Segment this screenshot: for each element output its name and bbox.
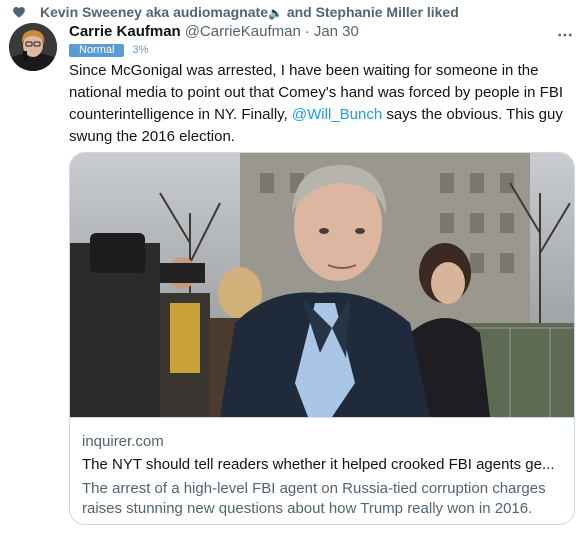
more-icon[interactable] — [555, 25, 575, 45]
card-image[interactable] — [70, 153, 574, 417]
card-domain: inquirer.com — [82, 433, 164, 450]
timestamp[interactable]: Jan 30 — [314, 23, 359, 40]
badge-row: Normal 3% — [69, 43, 148, 57]
social-context-text: Kevin Sweeney aka audiomagnate🔈 and Step… — [40, 4, 459, 20]
social-context[interactable]: Kevin Sweeney aka audiomagnate🔈 and Step… — [13, 2, 459, 22]
speaker-icon: 🔈 — [267, 6, 283, 20]
mention-link[interactable]: @Will_Bunch — [292, 106, 382, 123]
card-title[interactable]: The NYT should tell readers whether it h… — [82, 456, 564, 473]
link-card[interactable]: inquirer.com The NYT should tell readers… — [69, 152, 575, 525]
normal-badge: Normal — [69, 43, 125, 57]
card-description: The arrest of a high-level FBI agent on … — [82, 480, 546, 517]
heart-icon — [13, 7, 25, 18]
liker-name[interactable]: Kevin Sweeney aka audiomagnate — [40, 4, 268, 20]
card-body[interactable]: inquirer.com The NYT should tell readers… — [70, 417, 574, 524]
handle[interactable]: @CarrieKaufman — [185, 23, 301, 40]
separator-dot: · — [304, 23, 310, 40]
badge-percent: 3% — [132, 44, 149, 56]
tweet-header: Carrie Kaufman @CarrieKaufman · Jan 30 — [69, 23, 359, 43]
tweet-text: Since McGonigal was arrested, I have bee… — [69, 60, 569, 148]
liked-suffix: and Stephanie Miller liked — [286, 4, 459, 20]
avatar[interactable] — [9, 23, 57, 71]
display-name[interactable]: Carrie Kaufman — [69, 23, 181, 40]
